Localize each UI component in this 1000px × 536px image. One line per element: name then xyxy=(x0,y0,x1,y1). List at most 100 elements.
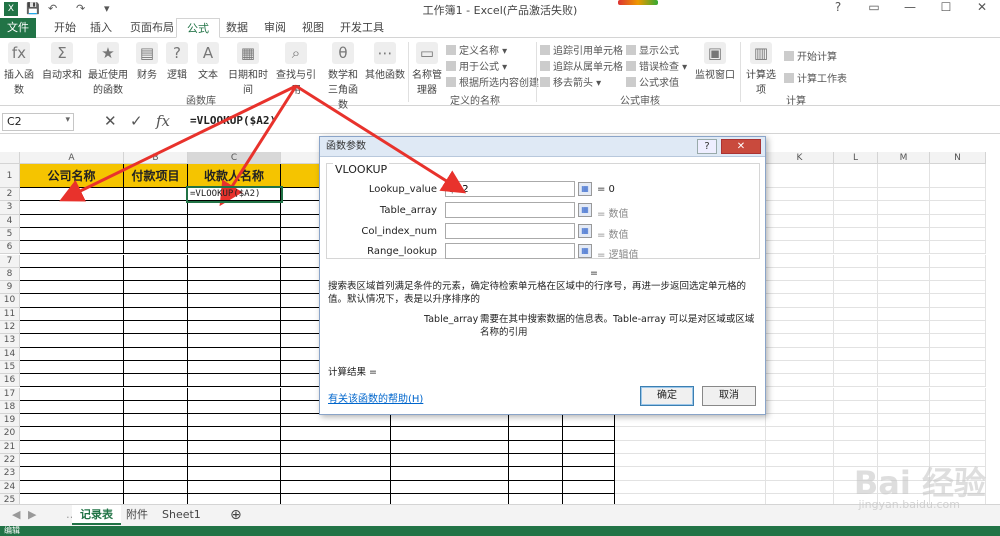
grid-cell[interactable] xyxy=(766,321,834,335)
maximize-button[interactable]: ☐ xyxy=(928,0,964,18)
tab-page-layout[interactable]: 页面布局 xyxy=(120,18,184,38)
calculate-now-button[interactable]: 开始计算 xyxy=(784,48,837,63)
grid-cell[interactable] xyxy=(834,427,878,441)
row-header[interactable]: 23 xyxy=(0,467,20,481)
column-header-k[interactable]: K xyxy=(766,152,834,164)
text-button[interactable]: A 文本 xyxy=(194,42,222,81)
row-header[interactable]: 19 xyxy=(0,414,20,428)
grid-cell[interactable] xyxy=(766,281,834,295)
select-all-corner[interactable] xyxy=(0,152,20,164)
grid-cell[interactable] xyxy=(124,334,188,348)
row-header[interactable]: 3 xyxy=(0,201,20,215)
autosum-button[interactable]: Σ 自动求和 xyxy=(42,42,82,81)
ok-button[interactable]: 确定 xyxy=(640,386,694,406)
grid-cell[interactable] xyxy=(20,281,124,295)
function-help-link[interactable]: 有关该函数的帮助(H) xyxy=(328,390,423,405)
grid-cell[interactable] xyxy=(878,227,930,242)
grid-cell[interactable] xyxy=(20,440,124,454)
grid-cell[interactable] xyxy=(878,400,930,415)
grid-cell[interactable] xyxy=(391,414,509,428)
grid-cell[interactable] xyxy=(930,201,986,215)
grid-cell[interactable] xyxy=(20,454,124,468)
grid-cell[interactable] xyxy=(878,307,930,321)
grid-cell[interactable] xyxy=(766,307,834,321)
column-header-c[interactable]: C xyxy=(188,152,281,164)
grid-cell[interactable] xyxy=(878,188,930,202)
row-header[interactable]: 8 xyxy=(0,267,20,282)
grid-cell[interactable] xyxy=(563,480,615,494)
use-in-formula-button[interactable]: 用于公式 ▾ xyxy=(446,58,507,73)
grid-cell[interactable] xyxy=(930,254,986,268)
grid-cell[interactable] xyxy=(834,400,878,415)
grid-cell[interactable] xyxy=(188,400,281,415)
grid-cell[interactable] xyxy=(188,267,281,282)
sheet-tab-records[interactable]: 记录表 xyxy=(72,505,121,525)
grid-cell[interactable] xyxy=(766,360,834,375)
grid-cell[interactable] xyxy=(930,360,986,375)
column-header-n[interactable]: N xyxy=(930,152,986,164)
grid-cell[interactable] xyxy=(124,227,188,242)
grid-cell[interactable] xyxy=(766,414,834,428)
collapse-dialog-icon[interactable]: ▦ xyxy=(578,244,592,258)
grid-cell[interactable] xyxy=(124,267,188,282)
grid-cell[interactable] xyxy=(281,427,391,441)
grid-cell[interactable] xyxy=(834,374,878,388)
column-header-b[interactable]: B xyxy=(124,152,188,164)
row-header[interactable]: 17 xyxy=(0,387,20,401)
evaluate-formula-button[interactable]: 公式求值 xyxy=(626,74,679,89)
grid-cell[interactable] xyxy=(188,214,281,228)
grid-cell[interactable] xyxy=(509,480,563,494)
grid-cell[interactable] xyxy=(188,334,281,348)
grid-cell[interactable] xyxy=(766,294,834,308)
grid-cell[interactable] xyxy=(20,188,124,202)
header-cell[interactable]: 公司名称 xyxy=(20,164,124,188)
grid-cell[interactable] xyxy=(878,374,930,388)
collapse-dialog-icon[interactable]: ▦ xyxy=(578,203,592,217)
grid-cell[interactable] xyxy=(124,201,188,215)
grid-cell[interactable] xyxy=(188,294,281,308)
collapse-dialog-icon[interactable]: ▦ xyxy=(578,182,592,196)
tab-insert[interactable]: 插入 xyxy=(80,18,122,38)
math-trig-button[interactable]: θ 数学和三角函数 xyxy=(324,42,362,111)
grid-cell[interactable] xyxy=(124,188,188,202)
column-header-l[interactable]: L xyxy=(834,152,878,164)
cancel-icon[interactable]: ✕ xyxy=(104,112,117,130)
row-header[interactable]: 22 xyxy=(0,454,20,468)
row-header[interactable]: 13 xyxy=(0,334,20,348)
grid-cell[interactable] xyxy=(563,454,615,468)
grid-cell[interactable] xyxy=(930,427,986,441)
show-formulas-button[interactable]: 显示公式 xyxy=(626,42,679,57)
grid-cell[interactable] xyxy=(124,440,188,454)
grid-cell[interactable] xyxy=(124,400,188,415)
arg-input-col-index-num[interactable] xyxy=(445,223,575,239)
collapse-dialog-icon[interactable]: ▦ xyxy=(578,224,592,238)
grid-cell[interactable] xyxy=(834,241,878,255)
grid-cell[interactable] xyxy=(766,427,834,441)
grid-cell[interactable] xyxy=(615,414,766,428)
grid-cell[interactable] xyxy=(834,440,878,454)
recently-used-button[interactable]: ★ 最近使用的函数 xyxy=(84,42,132,96)
grid-cell[interactable] xyxy=(20,267,124,282)
grid-cell[interactable] xyxy=(834,334,878,348)
grid-cell[interactable] xyxy=(124,321,188,335)
grid-cell[interactable] xyxy=(878,440,930,454)
ribbon-display-button[interactable]: ▭ xyxy=(856,0,892,18)
grid-cell[interactable] xyxy=(391,454,509,468)
grid-cell[interactable] xyxy=(766,254,834,268)
row-header[interactable]: 10 xyxy=(0,294,20,308)
trace-precedents-button[interactable]: 追踪引用单元格 xyxy=(540,42,623,57)
grid-cell[interactable] xyxy=(124,374,188,388)
grid-cell[interactable] xyxy=(509,440,563,454)
dialog-help-button[interactable]: ? xyxy=(697,139,717,154)
row-header[interactable]: 15 xyxy=(0,360,20,375)
grid-cell[interactable] xyxy=(20,347,124,361)
grid-cell[interactable] xyxy=(20,414,124,428)
row-header[interactable]: 24 xyxy=(0,480,20,494)
grid-cell[interactable] xyxy=(766,164,834,188)
grid-cell[interactable] xyxy=(509,414,563,428)
grid-cell[interactable] xyxy=(20,307,124,321)
row-header[interactable]: 1 xyxy=(0,164,20,188)
grid-cell[interactable] xyxy=(281,467,391,481)
header-cell[interactable]: 收款人名称 xyxy=(188,164,281,188)
grid-cell[interactable] xyxy=(20,254,124,268)
